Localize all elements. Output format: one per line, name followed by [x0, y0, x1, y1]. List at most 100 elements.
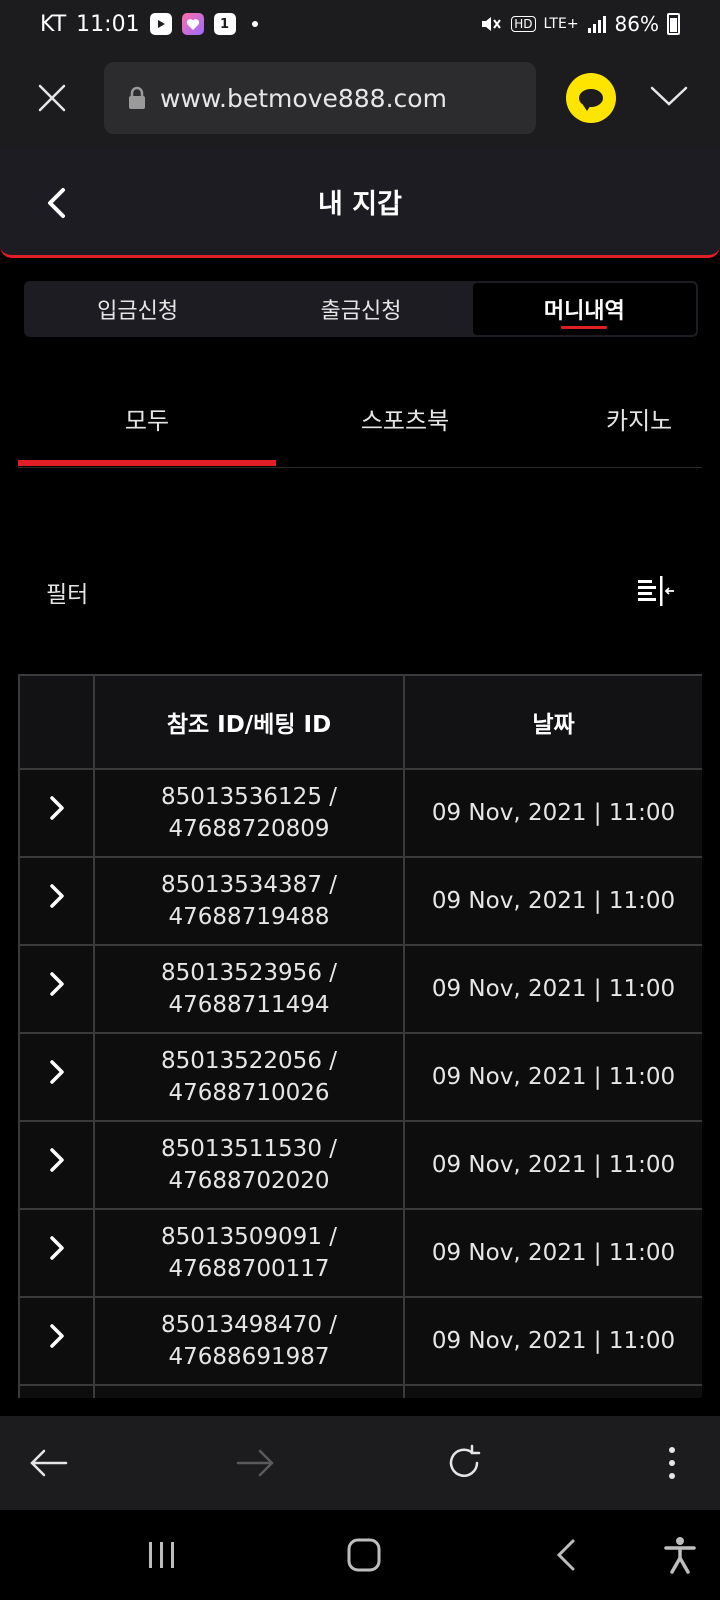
browser-more-button[interactable] [642, 1416, 702, 1510]
chevron-right-icon [49, 1148, 64, 1173]
url-field[interactable]: www.betmove888.com [104, 62, 536, 134]
reload-icon [449, 1444, 481, 1477]
date-cell: 09 Nov, 2021 | 11:00 [403, 1032, 702, 1122]
table-row[interactable]: 85013534387 / 47688719488 09 Nov, 2021 | 1… [18, 856, 702, 946]
bet-id: 47688700117 [168, 1256, 330, 1282]
tab-withdraw-request[interactable]: 출금신청 [249, 283, 472, 335]
system-back-button[interactable] [536, 1510, 596, 1600]
bet-id: 47688702020 [168, 1168, 330, 1194]
battery-icon [667, 13, 680, 35]
status-left: KT 11:01 1 [40, 12, 258, 37]
category-tab-casino[interactable]: 카지노 [606, 370, 702, 466]
clock: 11:01 [76, 11, 140, 37]
category-tab-sportsbook[interactable]: 스포츠북 [276, 370, 534, 466]
chevron-right-icon [49, 1060, 64, 1085]
date-cell: 09 Nov, 2021 | 11:00 [403, 1208, 702, 1298]
chevron-right-icon [49, 796, 64, 821]
chat-bubble-icon [579, 89, 603, 111]
back-button[interactable] [36, 178, 76, 228]
row-expand-cell[interactable] [18, 1208, 95, 1298]
carrier-label: KT [40, 11, 67, 37]
bet-id: 47688710026 [168, 1080, 330, 1106]
recent-apps-button[interactable] [132, 1510, 192, 1600]
table-row[interactable]: 85013523956 / 47688711494 09 Nov, 2021 | 1… [18, 944, 702, 1034]
chevron-right-icon [49, 972, 64, 997]
filter-collapse-icon [638, 576, 674, 606]
table-row[interactable]: 85013536125 / 47688720809 09 Nov, 2021 | 1… [18, 768, 702, 858]
row-expand-cell[interactable] [18, 944, 95, 1034]
bet-id: 47688719488 [168, 904, 330, 930]
tab-money-history[interactable]: 머니내역 [472, 283, 696, 335]
category-tabs: 모두 스포츠북 카지노 [18, 370, 702, 468]
ref-bet-id-cell: 85013536125 / 47688720809 [93, 768, 405, 858]
browser-forward-button[interactable] [226, 1416, 286, 1510]
date-cell: 09 Nov, 2021 | 11:00 [403, 1120, 702, 1210]
reference-id: 85013534387 / [160, 871, 338, 898]
chevron-left-icon [48, 188, 65, 218]
system-navigation-bar [0, 1510, 720, 1600]
date-cell: 09 Nov, 2021 | 11:00 [403, 1296, 702, 1386]
filter-row: 필터 [46, 570, 676, 614]
reference-id: 85013536125 / [160, 783, 338, 810]
browser-reload-button[interactable] [434, 1416, 494, 1510]
close-icon [38, 84, 66, 112]
more-vertical-icon [669, 1447, 675, 1479]
chevron-down-icon [650, 86, 688, 106]
bet-id: 47688691987 [168, 1344, 330, 1370]
row-expand-cell[interactable] [18, 768, 95, 858]
lock-icon [129, 86, 145, 109]
row-expand-cell[interactable] [18, 856, 95, 946]
home-button[interactable] [334, 1510, 394, 1600]
table-row[interactable] [18, 1384, 702, 1398]
ref-bet-id-cell [93, 1384, 405, 1398]
column-header-date: 날짜 [403, 674, 702, 770]
row-expand-cell[interactable] [18, 1384, 95, 1398]
reference-id: 85013498470 / [160, 1311, 338, 1338]
reference-id: 85013509091 / [160, 1223, 338, 1250]
filter-label: 필터 [46, 582, 89, 608]
page-header: 내 지갑 [0, 148, 720, 258]
ref-bet-id-cell: 85013522056 / 47688710026 [93, 1032, 405, 1122]
kakao-button[interactable] [566, 73, 616, 123]
hd-voice-icon: HD [511, 16, 536, 32]
youtube-icon [149, 13, 172, 35]
ref-bet-id-cell: 85013498470 / 47688691987 [93, 1296, 405, 1386]
row-expand-cell[interactable] [18, 1120, 95, 1210]
bet-id: 47688720809 [168, 816, 330, 842]
status-right: HD LTE+ 86% [479, 12, 680, 36]
accessibility-button[interactable] [650, 1510, 710, 1600]
ref-bet-id-cell: 85013523956 / 47688711494 [93, 944, 405, 1034]
tab-deposit-request[interactable]: 입금신청 [26, 283, 249, 335]
home-icon [347, 1538, 381, 1572]
browser-back-button[interactable] [18, 1416, 78, 1510]
table-row[interactable]: 85013498470 / 47688691987 09 Nov, 2021 | 1… [18, 1296, 702, 1386]
page-title: 내 지갑 [318, 189, 402, 220]
expand-menu-button[interactable] [650, 85, 688, 111]
url-text: www.betmove888.com [160, 83, 447, 113]
chevron-left-icon [556, 1539, 575, 1571]
network-type: LTE+ [543, 16, 579, 32]
more-notifications-dot [251, 21, 258, 27]
table-row[interactable]: 85013511530 / 47688702020 09 Nov, 2021 | 1… [18, 1120, 702, 1210]
close-tab-button[interactable] [0, 48, 104, 148]
category-tab-all[interactable]: 모두 [18, 370, 276, 466]
mute-icon [482, 17, 502, 31]
battery-percent: 86% [614, 12, 659, 36]
date-cell: 09 Nov, 2021 | 11:00 [403, 856, 702, 946]
date-cell [403, 1384, 702, 1398]
filter-toggle-button[interactable] [636, 574, 676, 610]
browser-bottom-bar [0, 1416, 720, 1510]
ref-bet-id-cell: 85013511530 / 47688702020 [93, 1120, 405, 1210]
table-row[interactable]: 85013509091 / 47688700117 09 Nov, 2021 | 1… [18, 1208, 702, 1298]
column-header-ref-id: 참조 ID/베팅 ID [93, 674, 405, 770]
reference-id: 85013522056 / [160, 1047, 338, 1074]
row-expand-cell[interactable] [18, 1032, 95, 1122]
table-row[interactable]: 85013522056 / 47688710026 09 Nov, 2021 | 1… [18, 1032, 702, 1122]
wallet-tabs: 입금신청 출금신청 머니내역 [24, 281, 698, 337]
reference-id: 85013523956 / [160, 959, 338, 986]
money-history-table: 참조 ID/베팅 ID 날짜 85013536125 / 47688720809 0… [18, 674, 702, 1398]
recent-apps-icon [149, 1542, 174, 1568]
row-expand-cell[interactable] [18, 1296, 95, 1386]
chevron-right-icon [49, 884, 64, 909]
ref-bet-id-cell: 85013534387 / 47688719488 [93, 856, 405, 946]
